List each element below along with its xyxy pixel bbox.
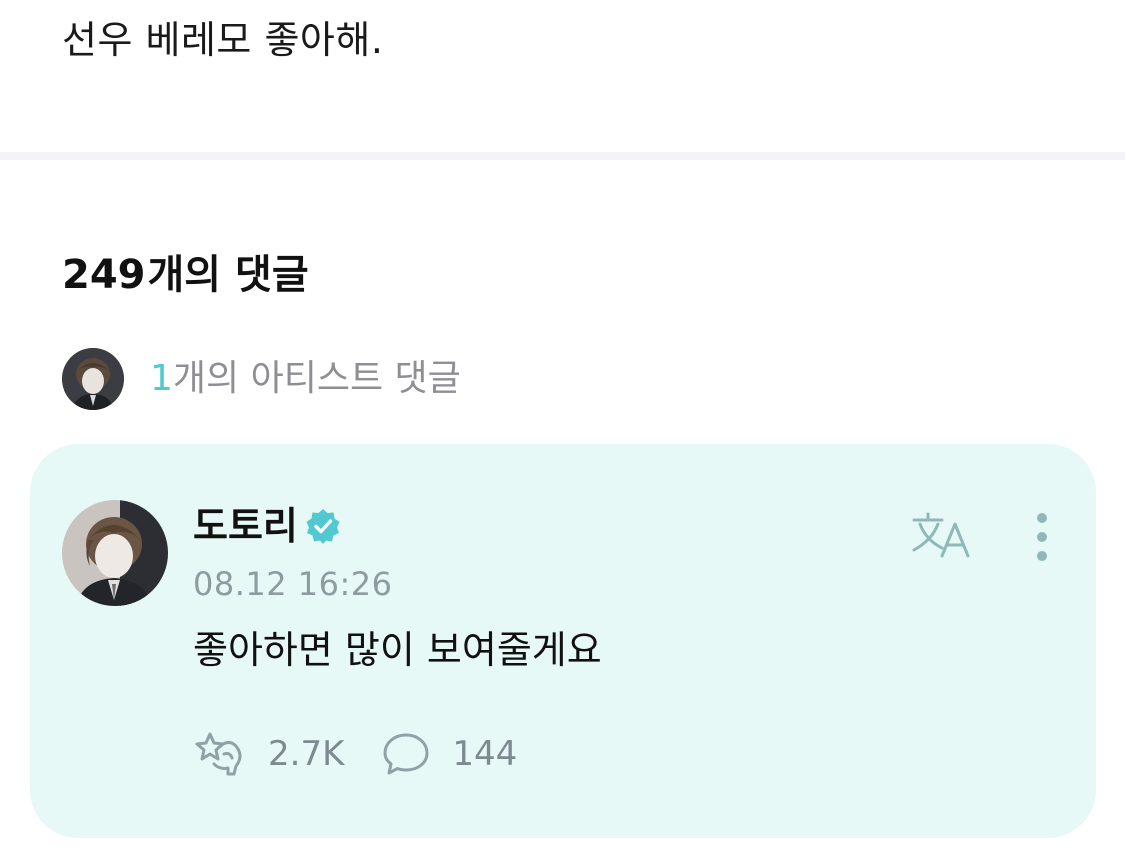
more-vertical-icon — [1037, 513, 1047, 561]
reply-button[interactable]: 144 — [382, 730, 517, 778]
author-name[interactable]: 도토리 — [193, 502, 298, 550]
artist-comments-count: 1 — [150, 358, 173, 399]
artist-comment-card[interactable]: 도토리 08.12 16:26 좋아하면 많이 보여줄게요 2.7K 144 — [30, 444, 1096, 838]
star-hand-icon — [195, 732, 242, 776]
like-count: 2.7K — [268, 734, 345, 774]
artist-comments-summary[interactable]: 1개의 아티스트 댓글 — [62, 348, 461, 410]
avatar[interactable] — [62, 500, 168, 606]
comments-heading-suffix: 개의 댓글 — [147, 252, 309, 298]
speech-bubble-icon — [383, 733, 429, 775]
like-button[interactable]: 2.7K — [192, 728, 344, 780]
translate-icon — [912, 512, 970, 558]
verified-badge-icon — [304, 507, 342, 545]
artist-comments-label[interactable]: 1개의 아티스트 댓글 — [150, 355, 461, 403]
comment-timestamp: 08.12 16:26 — [193, 565, 393, 603]
avatar[interactable] — [62, 348, 124, 410]
artist-comments-suffix: 개의 아티스트 댓글 — [172, 358, 461, 399]
comments-count: 249 — [62, 252, 146, 298]
more-options-button[interactable] — [1026, 510, 1058, 564]
section-divider — [0, 152, 1125, 160]
comment-body: 좋아하면 많이 보여줄게요 — [193, 628, 602, 672]
post-text: 선우 베레모 좋아해. — [62, 18, 384, 62]
author-row: 도토리 — [193, 502, 342, 550]
comment-actions: 2.7K 144 — [192, 726, 517, 782]
translate-button[interactable] — [910, 510, 974, 560]
comments-heading: 249개의 댓글 — [62, 248, 309, 302]
reply-count: 144 — [452, 734, 518, 774]
